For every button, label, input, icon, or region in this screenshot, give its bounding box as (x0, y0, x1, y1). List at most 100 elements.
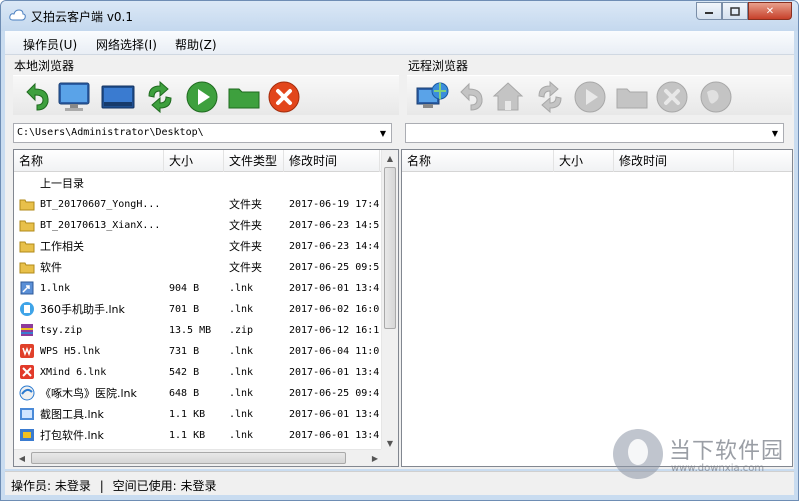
connect-icon[interactable] (415, 80, 449, 114)
remote-list-header: 名称 大小 修改时间 (402, 150, 792, 172)
col-size[interactable]: 大小 (164, 150, 224, 172)
maximize-icon (730, 6, 740, 16)
file-type: .lnk (229, 367, 254, 378)
snipping-tool-icon (20, 408, 34, 420)
maximize-button[interactable] (722, 2, 748, 20)
file-size: 13.5 MB (169, 325, 212, 336)
watermark-logo-icon (613, 429, 663, 479)
refresh-icon[interactable] (143, 80, 177, 114)
local-file-list: 名称 大小 文件类型 修改时间 上一目录 BT_20170607_YongH...… (13, 149, 399, 467)
local-vscrollbar[interactable]: ▲ ▼ (381, 150, 398, 451)
menu-bar: 操作员(U) 网络选择(I) 帮助(Z) (5, 31, 794, 55)
wps-icon (20, 344, 34, 358)
file-name: BT_20170607_YongH... (40, 199, 160, 210)
chevron-down-icon[interactable]: ▼ (375, 124, 391, 142)
window-controls: ✕ (696, 2, 792, 20)
col-name[interactable]: 名称 (402, 150, 554, 172)
file-type: .zip (229, 325, 254, 336)
file-type: 文件夹 (229, 240, 262, 253)
folder-icon (19, 241, 35, 253)
file-modified: 2017-06-19 17:4 (289, 199, 380, 210)
menu-operator[interactable]: 操作员(U) (23, 36, 77, 53)
file-row[interactable]: 截图工具.lnk 1.1 KB .lnk 2017-06-01 13:4 (14, 404, 380, 425)
file-row[interactable]: XMind 6.lnk 542 B .lnk 2017-06-01 13:4 (14, 362, 380, 383)
file-size: 648 B (169, 388, 200, 399)
file-size: 1.1 KB (169, 409, 206, 420)
remote-file-list: 名称 大小 修改时间 (401, 149, 793, 467)
menu-help[interactable]: 帮助(Z) (175, 36, 217, 53)
col-size[interactable]: 大小 (554, 150, 614, 172)
col-modified[interactable]: 修改时间 (284, 150, 380, 172)
file-name: tsy.zip (40, 325, 83, 336)
remote-play-icon (574, 81, 606, 113)
file-type: 文件夹 (229, 261, 262, 274)
app-360-icon (20, 302, 34, 316)
parent-dir-row[interactable]: 上一目录 (14, 173, 380, 194)
file-type: .lnk (229, 283, 254, 294)
file-type: .lnk (229, 346, 254, 357)
scroll-left-icon[interactable]: ◀ (14, 450, 30, 466)
desktop-icon[interactable] (101, 80, 135, 114)
file-modified: 2017-06-25 09:4 (289, 388, 380, 399)
file-size: 701 B (169, 304, 200, 315)
scroll-up-icon[interactable]: ▲ (382, 150, 398, 166)
menu-network[interactable]: 网络选择(I) (96, 36, 157, 53)
title-bar[interactable]: 又拍云客户端 v0.1 ✕ (1, 1, 798, 31)
close-button[interactable]: ✕ (748, 2, 792, 20)
col-name[interactable]: 名称 (14, 150, 164, 172)
delete-icon[interactable] (267, 80, 301, 114)
file-row[interactable]: 打包软件.lnk 1.1 KB .lnk 2017-06-01 13:4 (14, 425, 380, 446)
file-row[interactable]: BT_20170613_XianX... 文件夹 2017-06-23 14:5 (14, 215, 380, 236)
back-icon[interactable] (19, 80, 53, 114)
local-hscrollbar[interactable]: ◀ ▶ (14, 449, 383, 466)
remote-delete-icon (656, 81, 688, 113)
watermark-url: www.downxia.com (671, 463, 765, 474)
file-row[interactable]: 《啄木鸟》医院.lnk 648 B .lnk 2017-06-25 09:4 (14, 383, 380, 404)
minimize-button[interactable] (696, 2, 722, 20)
play-icon[interactable] (185, 80, 219, 114)
chevron-down-icon[interactable]: ▼ (767, 124, 783, 142)
status-separator: | (99, 479, 104, 493)
file-type: .lnk (229, 430, 254, 441)
file-name: 1.lnk (40, 283, 71, 294)
file-size: 542 B (169, 367, 200, 378)
file-modified: 2017-06-12 16:1 (289, 325, 380, 336)
file-row[interactable]: 1.lnk 904 B .lnk 2017-06-01 13:4 (14, 278, 380, 299)
file-row[interactable]: 软件 文件夹 2017-06-25 09:5 (14, 257, 380, 278)
remote-path-combobox[interactable]: ▼ (405, 123, 784, 143)
col-type[interactable]: 文件类型 (224, 150, 284, 172)
col-modified[interactable]: 修改时间 (614, 150, 734, 172)
file-modified: 2017-06-01 13:4 (289, 367, 380, 378)
space-value: 未登录 (180, 479, 217, 493)
file-row[interactable]: WPS H5.lnk 731 B .lnk 2017-06-04 11:0 (14, 341, 380, 362)
watermark: 当下软件园 www.downxia.com (613, 429, 793, 485)
shortcut-icon (20, 281, 34, 295)
folder-icon (19, 220, 35, 232)
local-path-combobox[interactable]: C:\Users\Administrator\Desktop\ ▼ (13, 123, 392, 143)
file-row[interactable]: 360手机助手.lnk 701 B .lnk 2017-06-02 16:0 (14, 299, 380, 320)
file-name: BT_20170613_XianX... (40, 220, 160, 231)
file-name: 打包软件.lnk (40, 429, 104, 442)
file-name: 软件 (40, 261, 62, 274)
status-line: 操作员: 未登录 | 空间已使用: 未登录 (11, 477, 216, 494)
new-folder-icon[interactable] (227, 80, 261, 114)
computer-icon[interactable] (57, 80, 91, 114)
file-modified: 2017-06-25 09:5 (289, 262, 380, 273)
zip-file-icon (21, 324, 33, 336)
space-label: 空间已使用: (112, 479, 177, 493)
file-row[interactable]: BT_20170607_YongH... 文件夹 2017-06-19 17:4 (14, 194, 380, 215)
home-icon (492, 82, 524, 111)
local-vscroll-thumb[interactable] (384, 167, 396, 329)
file-row[interactable]: 工作相关 文件夹 2017-06-23 14:4 (14, 236, 380, 257)
client-area: 本地浏览器 C:\Users\Administrator\Desktop\ ▼ … (5, 55, 794, 469)
file-type: 文件夹 (229, 198, 262, 211)
local-hscroll-thumb[interactable] (31, 452, 346, 464)
file-row[interactable]: tsy.zip 13.5 MB .zip 2017-06-12 16:1 (14, 320, 380, 341)
remote-refresh-icon (538, 80, 562, 114)
file-name: XMind 6.lnk (40, 367, 107, 378)
local-pane-label: 本地浏览器 (14, 59, 75, 73)
operator-label: 操作员: (11, 479, 52, 493)
local-toolbar (13, 75, 399, 115)
folder-icon (19, 262, 35, 274)
file-name: 《啄木鸟》医院.lnk (40, 387, 137, 400)
